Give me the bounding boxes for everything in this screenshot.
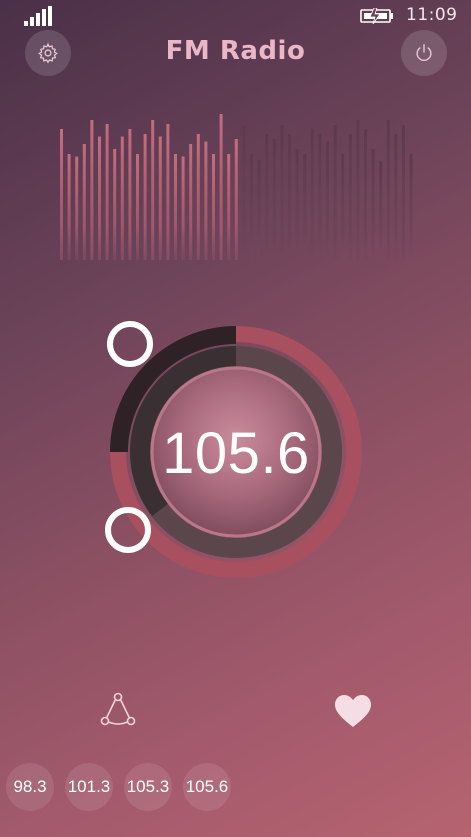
visualizer-bar	[143, 134, 147, 260]
visualizer-bar	[326, 141, 329, 260]
fm-radio-screen: 11:09 FM Radio 105.6 98.3 101.3 105.3 10…	[0, 0, 471, 837]
visualizer-bar	[356, 120, 360, 260]
visualizer-bar	[212, 154, 215, 260]
visualizer-bar	[379, 161, 383, 260]
visualizer-bar	[113, 149, 117, 260]
share-icon[interactable]	[100, 692, 136, 728]
visualizer-bar	[219, 114, 223, 260]
preset-chip[interactable]: 105.3	[124, 763, 172, 811]
visualizer-bar	[82, 144, 86, 260]
visualizer-bar	[128, 129, 132, 260]
visualizer-bar	[174, 154, 177, 260]
preset-list: 98.3 101.3 105.3 105.6	[6, 763, 231, 813]
preset-chip[interactable]: 105.6	[183, 763, 231, 811]
heart-icon[interactable]	[334, 694, 372, 728]
visualizer-bar	[394, 134, 398, 260]
battery-charging-icon	[360, 8, 393, 24]
visualizer-bar	[409, 154, 413, 260]
status-time: 11:09	[406, 5, 458, 25]
visualizer-bar	[151, 120, 155, 260]
visualizer-bar	[90, 120, 94, 260]
visualizer-bar	[250, 154, 253, 260]
preset-chip[interactable]: 98.3	[6, 763, 54, 811]
visualizer-bar	[158, 136, 162, 260]
frequency-display: 105.6	[162, 421, 310, 486]
visualizer-bar	[295, 149, 299, 260]
visualizer-bar	[166, 124, 170, 260]
visualizer-bar	[120, 136, 124, 260]
visualizer-bar	[196, 134, 200, 260]
visualizer-bar	[402, 125, 405, 260]
visualizer-bar	[280, 125, 284, 260]
signal-bars-icon	[24, 6, 52, 26]
visualizer-bar	[333, 125, 337, 260]
visualizer-bar	[303, 154, 307, 260]
visualizer-bar	[348, 134, 352, 260]
visualizer-bar	[234, 139, 238, 260]
visualizer-bar	[364, 129, 367, 260]
visualizer-bar	[242, 125, 246, 260]
audio-visualizer	[60, 114, 413, 260]
visualizer-bar	[227, 154, 231, 260]
visualizer-bar	[98, 136, 101, 260]
visualizer-bar	[257, 160, 261, 260]
preset-chip[interactable]: 101.3	[65, 763, 113, 811]
visualizer-bar	[310, 129, 314, 260]
visualizer-bar	[265, 134, 269, 260]
visualizer-bar	[341, 154, 345, 260]
visualizer-bar	[318, 134, 322, 260]
dial-handle-start[interactable]	[107, 321, 153, 367]
visualizer-bar	[204, 141, 208, 260]
status-bar: 11:09	[0, 0, 471, 34]
visualizer-bar	[189, 144, 193, 260]
visualizer-bar	[136, 154, 139, 260]
visualizer-bar	[67, 154, 71, 260]
visualizer-bar	[386, 120, 390, 260]
visualizer-bar	[60, 129, 63, 260]
visualizer-bar	[272, 139, 276, 260]
visualizer-bar	[105, 124, 109, 260]
visualizer-bar	[371, 149, 375, 260]
visualizer-bar	[75, 156, 79, 260]
visualizer-bar	[181, 156, 185, 260]
visualizer-bar	[288, 134, 291, 260]
